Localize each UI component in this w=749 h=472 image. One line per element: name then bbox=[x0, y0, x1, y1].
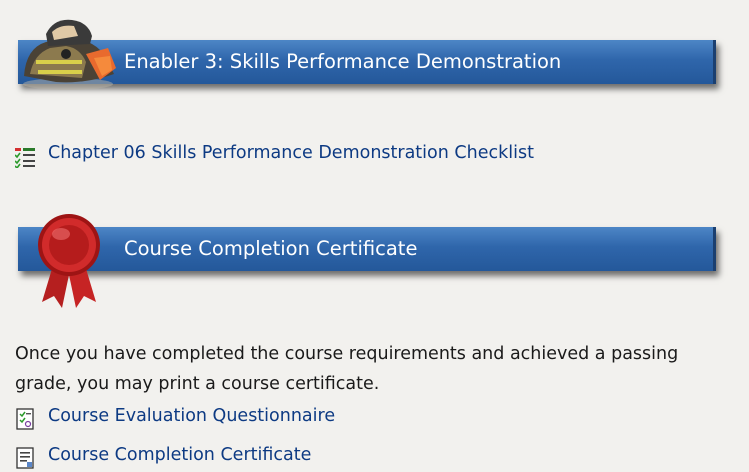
course-evaluation-link[interactable]: Course Evaluation Questionnaire bbox=[48, 406, 335, 426]
section-banner-enabler: Enabler 3: Skills Performance Demonstrat… bbox=[18, 40, 716, 84]
checklist-icon bbox=[15, 148, 35, 168]
skills-checklist-link[interactable]: Chapter 06 Skills Performance Demonstrat… bbox=[48, 143, 534, 163]
section-title: Course Completion Certificate bbox=[124, 237, 418, 260]
questionnaire-icon bbox=[16, 408, 34, 430]
section-banner-certificate: Course Completion Certificate bbox=[18, 227, 716, 271]
course-certificate-link[interactable]: Course Completion Certificate bbox=[48, 445, 311, 465]
firefighter-image bbox=[23, 19, 116, 90]
red-ribbon-seal-icon bbox=[38, 214, 100, 308]
section-title: Enabler 3: Skills Performance Demonstrat… bbox=[124, 50, 562, 73]
document-icon bbox=[16, 447, 34, 469]
certificate-info-text: Once you have completed the course requi… bbox=[15, 344, 679, 394]
